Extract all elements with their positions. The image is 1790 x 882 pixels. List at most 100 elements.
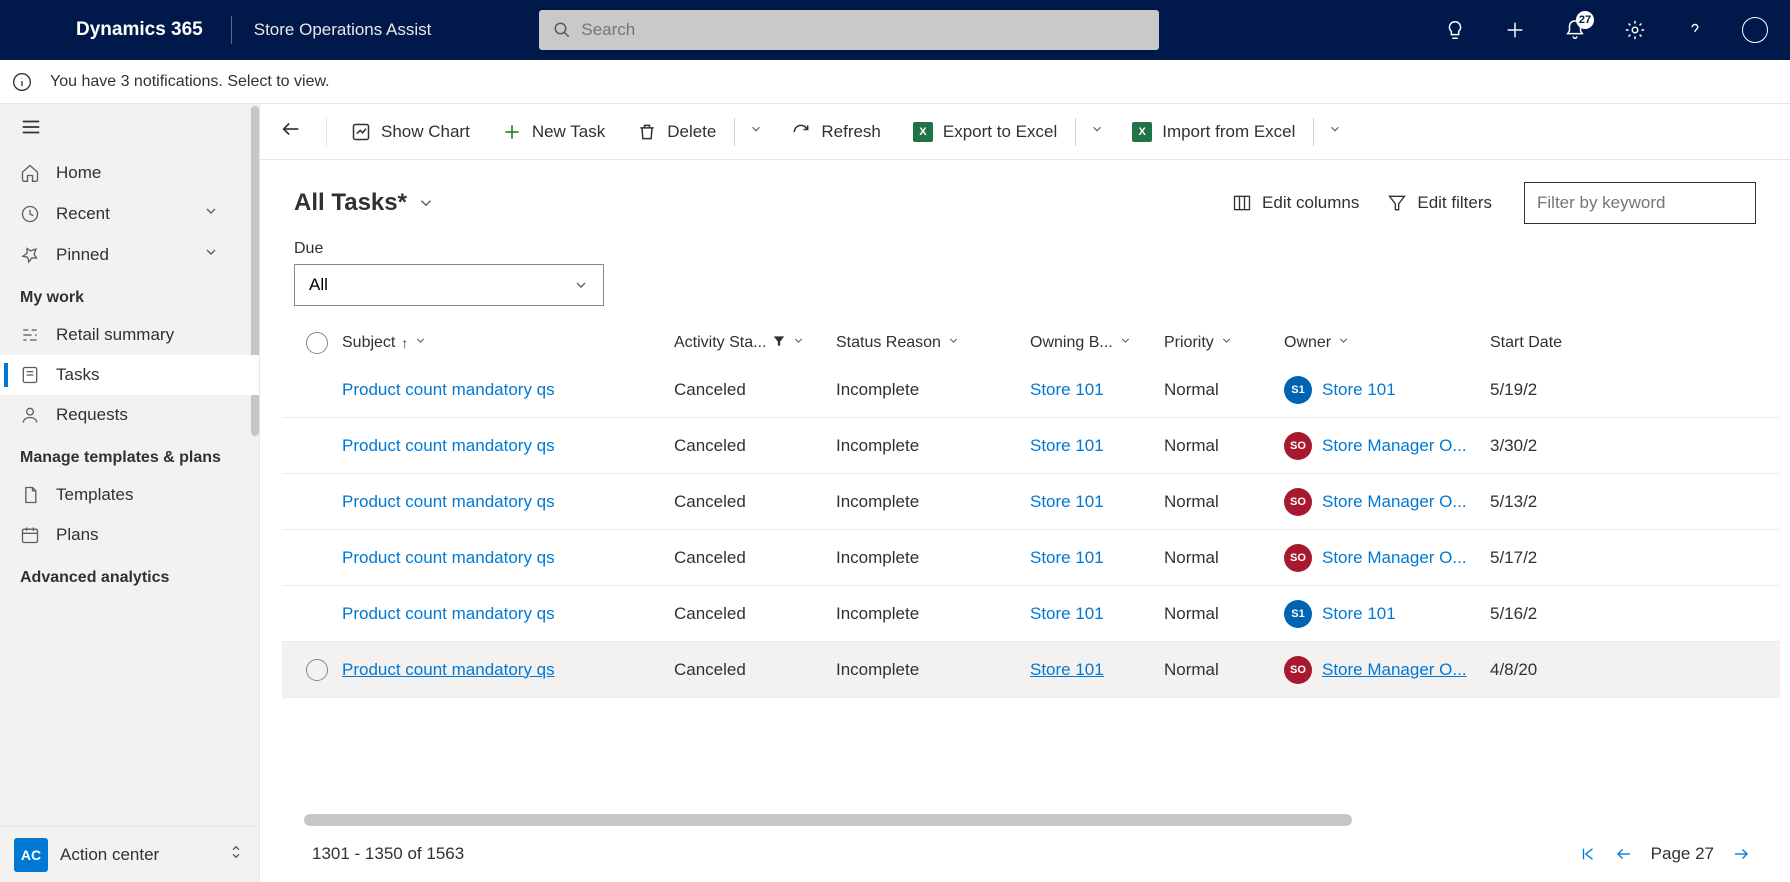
first-page-button[interactable] [1579, 845, 1597, 863]
horizontal-scrollbar[interactable] [304, 814, 1352, 826]
owner-link[interactable]: Store Manager O... [1322, 492, 1467, 512]
row-checkbox[interactable] [306, 659, 328, 681]
subject-link[interactable]: Product count mandatory qs [342, 548, 555, 568]
subject-link[interactable]: Product count mandatory qs [342, 492, 555, 512]
filter-keyword-input[interactable] [1524, 182, 1756, 224]
hamburger-button[interactable] [0, 104, 259, 153]
sidebar-section-title: Manage templates & plans [0, 435, 259, 475]
owner-link[interactable]: Store 101 [1322, 380, 1396, 400]
column-reason[interactable]: Status Reason [836, 334, 1030, 352]
owning-link[interactable]: Store 101 [1030, 548, 1104, 568]
due-select[interactable]: All [294, 264, 604, 306]
refresh-button[interactable]: Refresh [777, 116, 895, 148]
back-button[interactable] [270, 112, 316, 151]
table-row[interactable]: Product count mandatory qsCanceledIncomp… [282, 642, 1780, 698]
edit-columns-button[interactable]: Edit columns [1218, 187, 1373, 219]
sidebar-item-pinned[interactable]: Pinned [0, 234, 259, 275]
owner-link[interactable]: Store Manager O... [1322, 660, 1467, 680]
prev-page-button[interactable] [1615, 845, 1633, 863]
export-excel-button[interactable]: XExport to Excel [899, 116, 1071, 148]
start-date-cell: 3/30/2 [1490, 436, 1580, 456]
new-task-button[interactable]: New Task [488, 116, 619, 148]
gear-icon[interactable] [1622, 17, 1648, 43]
help-icon[interactable] [1682, 17, 1708, 43]
column-start[interactable]: Start Date [1490, 334, 1580, 352]
priority-cell: Normal [1164, 380, 1284, 400]
import-chevron[interactable] [1318, 116, 1352, 147]
owning-link[interactable]: Store 101 [1030, 492, 1104, 512]
start-date-cell: 5/19/2 [1490, 380, 1580, 400]
column-owning[interactable]: Owning B... [1030, 334, 1164, 352]
updown-icon[interactable] [227, 843, 245, 866]
subject-link[interactable]: Product count mandatory qs [342, 660, 555, 680]
edit-filters-button[interactable]: Edit filters [1373, 187, 1506, 219]
activity-cell: Canceled [674, 660, 836, 680]
sidebar-item-tasks[interactable]: Tasks [0, 355, 259, 395]
action-center-badge: AC [14, 838, 48, 872]
account-icon[interactable] [1742, 17, 1768, 43]
chevron-down-icon [417, 194, 435, 212]
import-excel-button[interactable]: XImport from Excel [1118, 116, 1309, 148]
select-all-checkbox[interactable] [306, 332, 328, 354]
column-owner[interactable]: Owner [1284, 334, 1490, 352]
search-box[interactable] [539, 10, 1159, 50]
start-date-cell: 5/16/2 [1490, 604, 1580, 624]
subject-link[interactable]: Product count mandatory qs [342, 380, 555, 400]
delete-chevron[interactable] [739, 116, 773, 147]
owner-link[interactable]: Store Manager O... [1322, 548, 1467, 568]
column-priority[interactable]: Priority [1164, 334, 1284, 352]
subject-link[interactable]: Product count mandatory qs [342, 604, 555, 624]
subject-link[interactable]: Product count mandatory qs [342, 436, 555, 456]
notification-badge: 27 [1576, 11, 1594, 29]
sidebar-item-requests[interactable]: Requests [0, 395, 259, 435]
table-row[interactable]: Product count mandatory qsCanceledIncomp… [282, 530, 1780, 586]
table-row[interactable]: Product count mandatory qsCanceledIncomp… [282, 362, 1780, 418]
sidebar-item-plans[interactable]: Plans [0, 515, 259, 555]
owning-link[interactable]: Store 101 [1030, 604, 1104, 624]
plus-icon [502, 122, 522, 142]
column-subject[interactable]: Subject↑ [342, 334, 674, 352]
table-row[interactable]: Product count mandatory qsCanceledIncomp… [282, 418, 1780, 474]
sidebar-item-retail-summary[interactable]: Retail summary [0, 315, 259, 355]
notification-bar[interactable]: You have 3 notifications. Select to view… [0, 60, 1790, 104]
priority-cell: Normal [1164, 436, 1284, 456]
action-center[interactable]: AC Action center [0, 826, 259, 882]
priority-cell: Normal [1164, 492, 1284, 512]
filter-icon [1387, 193, 1407, 213]
export-chevron[interactable] [1080, 116, 1114, 147]
chevron-down-icon [573, 277, 589, 293]
filter-applied-icon [772, 334, 786, 353]
bell-icon[interactable]: 27 [1562, 17, 1588, 43]
sidebar-item-home[interactable]: Home [0, 153, 259, 193]
delete-button[interactable]: Delete [623, 116, 730, 148]
owner-link[interactable]: Store 101 [1322, 604, 1396, 624]
trash-icon [637, 122, 657, 142]
owning-link[interactable]: Store 101 [1030, 660, 1104, 680]
brand-label[interactable]: Dynamics 365 [0, 19, 221, 41]
table-row[interactable]: Product count mandatory qsCanceledIncomp… [282, 474, 1780, 530]
view-selector[interactable]: All Tasks* [294, 189, 435, 217]
table-row[interactable]: Product count mandatory qsCanceledIncomp… [282, 586, 1780, 642]
sidebar-section-title: Advanced analytics [0, 555, 259, 595]
sidebar-item-templates[interactable]: Templates [0, 475, 259, 515]
owning-link[interactable]: Store 101 [1030, 380, 1104, 400]
command-bar: Show Chart New Task Delete Refresh XExpo… [260, 104, 1790, 160]
search-input[interactable] [581, 20, 1145, 40]
avatar: SO [1284, 488, 1312, 516]
content-area: Show Chart New Task Delete Refresh XExpo… [260, 104, 1790, 882]
owning-link[interactable]: Store 101 [1030, 436, 1104, 456]
next-page-button[interactable] [1732, 845, 1750, 863]
app-name[interactable]: Store Operations Assist [242, 20, 444, 40]
sidebar-item-recent[interactable]: Recent [0, 193, 259, 234]
avatar: SO [1284, 656, 1312, 684]
due-label: Due [294, 240, 1756, 258]
excel-icon: X [1132, 122, 1152, 142]
lightbulb-icon[interactable] [1442, 17, 1468, 43]
priority-cell: Normal [1164, 548, 1284, 568]
action-center-label: Action center [60, 845, 159, 865]
column-activity[interactable]: Activity Sta... [674, 334, 836, 353]
avatar: SO [1284, 432, 1312, 460]
show-chart-button[interactable]: Show Chart [337, 116, 484, 148]
plus-icon[interactable] [1502, 17, 1528, 43]
owner-link[interactable]: Store Manager O... [1322, 436, 1467, 456]
